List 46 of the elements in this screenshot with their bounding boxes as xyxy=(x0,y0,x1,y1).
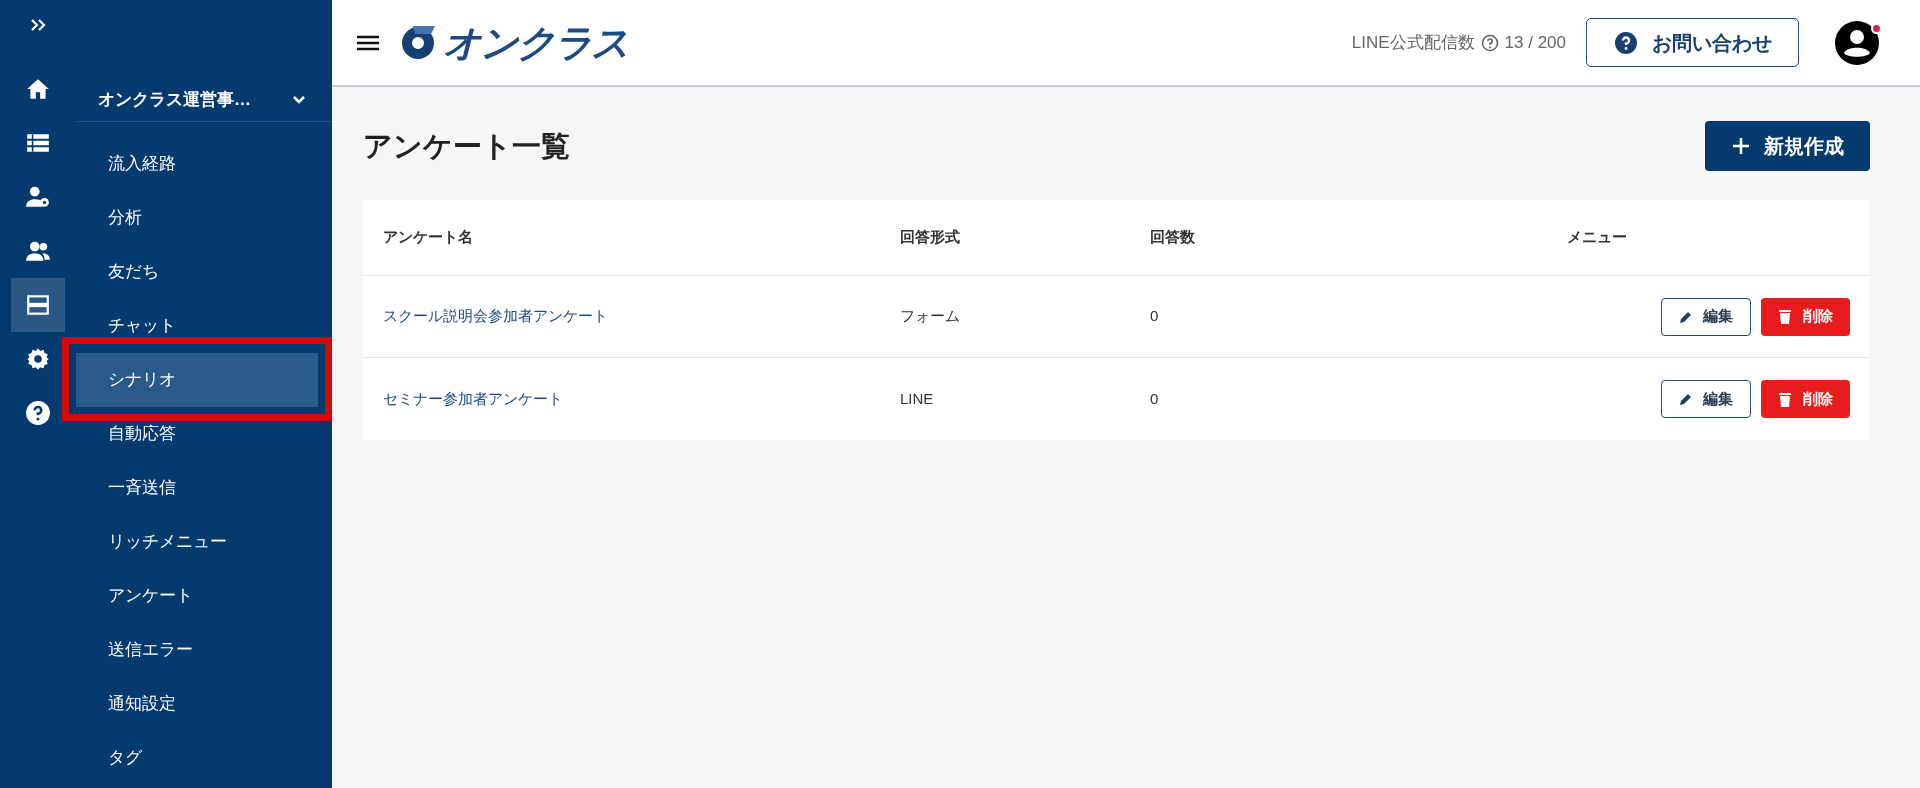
help-icon[interactable] xyxy=(1480,33,1499,52)
logo[interactable]: オンクラス xyxy=(399,23,628,62)
delivery-count: 13 / 200 xyxy=(1504,31,1566,54)
column-header: アンケート名 xyxy=(383,228,473,246)
table-cell: 0 xyxy=(1150,307,1159,325)
contact-button[interactable]: お問い合わせ xyxy=(1586,18,1799,67)
menu-icon[interactable] xyxy=(357,34,379,51)
sidebar-item[interactable]: 友だち xyxy=(76,245,332,299)
chevron-down-icon[interactable] xyxy=(292,94,306,105)
avatar-icon[interactable] xyxy=(1834,19,1880,66)
survey-name-link[interactable]: セミナー参加者アンケート xyxy=(383,389,563,407)
table-cell: 0 xyxy=(1150,389,1159,407)
expand-icon[interactable] xyxy=(30,18,46,32)
new-button[interactable]: 新規作成 xyxy=(1705,120,1870,171)
table-cell: フォーム xyxy=(900,307,960,325)
column-header: メニュー xyxy=(1567,228,1627,246)
column-header: 回答数 xyxy=(1150,228,1195,246)
trash-icon xyxy=(1778,391,1791,407)
sidebar-item[interactable]: 分析 xyxy=(76,191,332,245)
sidebar-item[interactable]: 自動応答 xyxy=(76,407,332,461)
survey-name-link[interactable]: スクール説明会参加者アンケート xyxy=(383,307,608,325)
edit-button[interactable]: 編集 xyxy=(1661,297,1751,336)
sidebar-item[interactable]: シナリオ xyxy=(76,353,318,407)
page-title: アンケート一覧 xyxy=(363,128,570,164)
sidebar-item[interactable]: 通知設定 xyxy=(76,677,332,731)
sidebar-item[interactable]: タグ xyxy=(76,731,332,785)
logo-mark-icon xyxy=(399,23,437,62)
delete-button[interactable]: 削除 xyxy=(1761,380,1850,418)
sidebar-item[interactable]: チャット xyxy=(76,299,332,353)
layout-icon[interactable] xyxy=(11,278,65,332)
sidebar-item[interactable]: 送信エラー xyxy=(76,623,332,677)
plus-icon xyxy=(1731,136,1750,155)
table-cell: LINE xyxy=(900,389,934,407)
sidebar-item[interactable]: リッチメニュー xyxy=(76,515,332,569)
delivery-count-label: LINE公式配信数 xyxy=(1351,31,1475,54)
sidebar-item[interactable]: アンケート xyxy=(76,569,332,623)
help-icon xyxy=(1613,30,1638,55)
delete-button[interactable]: 削除 xyxy=(1761,297,1850,336)
pencil-icon xyxy=(1679,309,1693,324)
edit-button[interactable]: 編集 xyxy=(1661,380,1751,418)
column-header: 回答形式 xyxy=(900,228,960,246)
sidebar-item[interactable]: 一斉送信 xyxy=(76,461,332,515)
sidebar-item[interactable]: 流入経路 xyxy=(76,137,332,191)
account-name[interactable]: オンクラス運営事… xyxy=(98,86,251,113)
trash-icon xyxy=(1778,309,1791,324)
pencil-icon xyxy=(1679,392,1693,406)
